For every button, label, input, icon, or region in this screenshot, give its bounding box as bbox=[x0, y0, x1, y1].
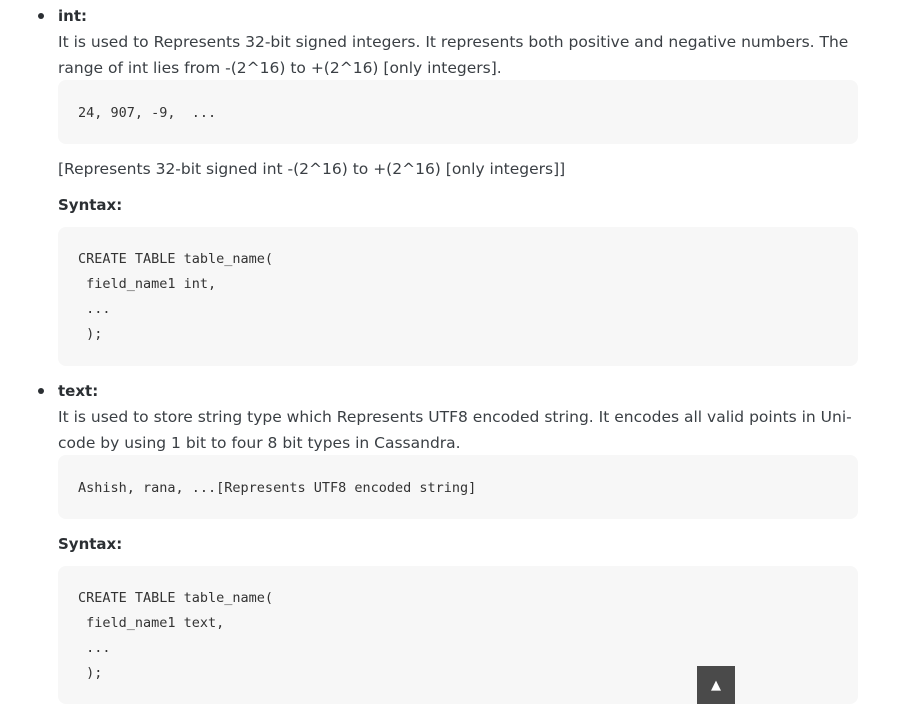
arrow-up-icon: ▲ bbox=[711, 678, 721, 693]
term-int: int: bbox=[58, 7, 87, 25]
int-syntax-code-block: CREATE TABLE table_name( field_name1 int… bbox=[58, 227, 858, 366]
scroll-to-top-button[interactable]: ▲ bbox=[697, 666, 735, 704]
term-text: text: bbox=[58, 382, 99, 400]
int-example-code-block: 24, 907, -9, ... bbox=[58, 80, 858, 144]
code-line: ... bbox=[78, 640, 111, 656]
int-description-line2: range of int lies from -(2^16) to +(2^16… bbox=[58, 59, 502, 77]
code-line: field_name1 text, bbox=[78, 615, 225, 631]
text-syntax-label: Syntax: bbox=[58, 535, 123, 553]
text-description-line2: code by using 1 bit to four 8 bit types … bbox=[58, 434, 461, 452]
code-line: ); bbox=[78, 326, 103, 342]
code-line: CREATE TABLE table_name( bbox=[78, 590, 274, 606]
text-example-code: Ashish, rana, ...[Represents UTF8 encode… bbox=[78, 480, 477, 496]
list-bullet bbox=[38, 388, 44, 394]
int-syntax-label: Syntax: bbox=[58, 196, 123, 214]
text-example-code-block: Ashish, rana, ...[Represents UTF8 encode… bbox=[58, 455, 858, 519]
text-description-line1: It is used to store string type which Re… bbox=[58, 408, 852, 426]
int-example-code: 24, 907, -9, ... bbox=[78, 105, 217, 121]
code-line: CREATE TABLE table_name( bbox=[78, 251, 274, 267]
code-line: field_name1 int, bbox=[78, 276, 217, 292]
text-syntax-code-block: CREATE TABLE table_name( field_name1 tex… bbox=[58, 566, 858, 704]
code-line: ... bbox=[78, 301, 111, 317]
code-line: ); bbox=[78, 665, 103, 681]
list-bullet bbox=[38, 13, 44, 19]
int-description-line1: It is used to Represents 32-bit signed i… bbox=[58, 33, 849, 51]
int-note: [Represents 32-bit signed int -(2^16) to… bbox=[58, 160, 566, 178]
